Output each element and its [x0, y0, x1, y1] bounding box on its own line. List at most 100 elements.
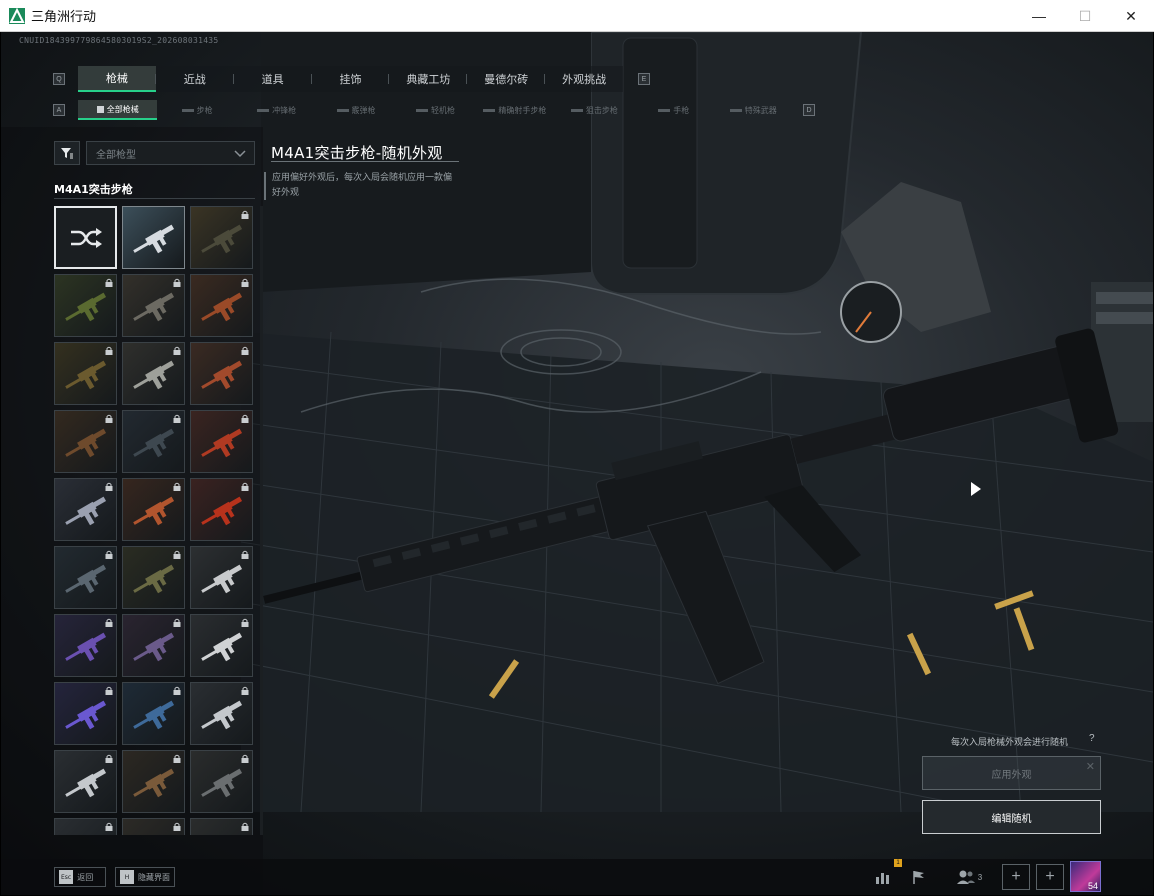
random-appearance-tile[interactable]	[54, 206, 117, 269]
skin-tile[interactable]	[190, 818, 253, 835]
skin-tile[interactable]	[190, 342, 253, 405]
divider	[271, 161, 459, 162]
random-note-text: 每次入局枪械外观会进行随机	[951, 738, 1069, 748]
lock-icon	[241, 754, 249, 763]
help-icon[interactable]: ?	[1089, 733, 1095, 744]
prev-tab-key[interactable]: Q	[53, 73, 65, 85]
friends-button[interactable]: 3	[949, 865, 989, 889]
lock-icon	[173, 822, 181, 831]
rifle-thumbnail-icon	[201, 632, 243, 662]
rifle-thumbnail-icon	[201, 564, 243, 594]
close-icon: ✕	[1085, 760, 1095, 773]
rifle-thumbnail-icon	[65, 768, 107, 798]
skin-tile[interactable]	[190, 682, 253, 745]
lock-icon	[241, 686, 249, 695]
add-friend-button[interactable]: +	[1002, 864, 1030, 890]
skin-grid-scrollbar[interactable]	[260, 206, 263, 835]
close-button[interactable]: ✕	[1108, 0, 1154, 32]
category-pistols[interactable]: 手枪	[634, 100, 713, 120]
edit-random-button[interactable]: 编辑随机	[922, 800, 1101, 834]
category-all-weapons[interactable]: 全部枪械	[78, 100, 158, 120]
skin-tile[interactable]	[190, 750, 253, 813]
skin-tile[interactable]	[122, 614, 185, 677]
skin-tile[interactable]	[54, 750, 117, 813]
weapon-type-select[interactable]: 全部枪型	[86, 141, 255, 165]
filter-button[interactable]	[54, 141, 80, 165]
skin-tile[interactable]	[54, 682, 117, 745]
tab-melee[interactable]: 近战	[156, 66, 234, 92]
invite-button[interactable]: +	[1036, 864, 1064, 890]
skin-tile[interactable]	[122, 750, 185, 813]
bar-chart-icon	[876, 873, 889, 884]
skin-tile[interactable]	[54, 410, 117, 473]
skin-tile[interactable]	[190, 410, 253, 473]
skin-tile[interactable]	[190, 546, 253, 609]
skin-tile[interactable]	[122, 682, 185, 745]
category-special[interactable]: 特殊武器	[714, 100, 793, 120]
shuffle-icon	[70, 227, 102, 248]
rifle-thumbnail-icon	[133, 224, 175, 254]
next-category-key[interactable]: D	[803, 104, 815, 116]
skin-tile[interactable]	[122, 342, 185, 405]
category-sniper[interactable]: 狙击步枪	[555, 100, 634, 120]
skin-tile[interactable]	[122, 206, 185, 269]
back-button[interactable]: Esc 返回	[54, 867, 106, 887]
skin-tile[interactable]	[122, 410, 185, 473]
rifle-thumbnail-icon	[133, 496, 175, 526]
category-shotguns[interactable]: 霰弹枪	[316, 100, 395, 120]
maximize-button[interactable]: ☐	[1062, 0, 1108, 32]
rifle-thumbnail-icon	[133, 428, 175, 458]
lock-icon	[105, 550, 113, 559]
flag-button[interactable]	[906, 865, 932, 889]
skin-tile[interactable]	[122, 818, 185, 835]
detail-title: M4A1突击步枪-随机外观	[271, 144, 443, 162]
skin-tile[interactable]	[54, 274, 117, 337]
skin-tile[interactable]	[122, 274, 185, 337]
skin-tile[interactable]	[190, 614, 253, 677]
prev-category-key[interactable]: A	[53, 104, 65, 116]
hide-ui-button[interactable]: H 隐藏界面	[115, 867, 175, 887]
tab-collection-workshop[interactable]: 典藏工坊	[389, 66, 468, 92]
skin-tile[interactable]	[190, 206, 253, 269]
apply-appearance-button[interactable]: 应用外观 ✕	[922, 756, 1101, 790]
tab-mandel-brick[interactable]: 曼德尔砖	[467, 66, 546, 92]
skin-tile[interactable]	[190, 274, 253, 337]
rifle-thumbnail-icon	[201, 496, 243, 526]
stats-button[interactable]	[870, 865, 896, 889]
tab-charms[interactable]: 挂饰	[312, 66, 390, 92]
skin-tile[interactable]	[54, 818, 117, 835]
category-smg[interactable]: 冲锋枪	[237, 100, 316, 120]
rifle-thumbnail-icon	[133, 564, 175, 594]
lock-icon	[241, 618, 249, 627]
grid-icon	[96, 105, 104, 113]
skin-grid	[54, 206, 255, 835]
category-lmg[interactable]: 轻机枪	[396, 100, 475, 120]
skin-tile[interactable]	[54, 546, 117, 609]
lock-icon	[105, 414, 113, 423]
skin-tile[interactable]	[190, 478, 253, 541]
smg-icon	[257, 108, 270, 112]
flag-icon	[913, 871, 924, 884]
skin-tile[interactable]	[54, 342, 117, 405]
esc-key: Esc	[59, 870, 74, 884]
skin-tile[interactable]	[122, 546, 185, 609]
tab-firearms[interactable]: 枪械	[78, 66, 156, 92]
category-dmr[interactable]: 精确射手步枪	[475, 100, 554, 120]
skin-tile[interactable]	[54, 614, 117, 677]
skin-tile[interactable]	[54, 478, 117, 541]
main-tab-bar: Q 枪械 近战 道具 挂饰 典藏工坊 曼德尔砖 外观挑战 E	[53, 66, 651, 92]
lock-icon	[105, 346, 113, 355]
skin-tile[interactable]	[122, 478, 185, 541]
player-level: 54	[1087, 881, 1098, 891]
avatar[interactable]: 54	[1070, 861, 1101, 892]
description-accent-bar	[264, 172, 266, 200]
app-logo-icon	[9, 7, 25, 24]
category-rifles[interactable]: 步枪	[157, 100, 236, 120]
rifle-thumbnail-icon	[201, 224, 243, 254]
next-tab-key[interactable]: E	[638, 73, 650, 85]
tab-items[interactable]: 道具	[234, 66, 312, 92]
rifle-thumbnail-icon	[201, 292, 243, 322]
lock-icon	[105, 482, 113, 491]
minimize-button[interactable]: —	[1016, 0, 1062, 32]
tab-appearance-challenge[interactable]: 外观挑战	[545, 66, 623, 92]
